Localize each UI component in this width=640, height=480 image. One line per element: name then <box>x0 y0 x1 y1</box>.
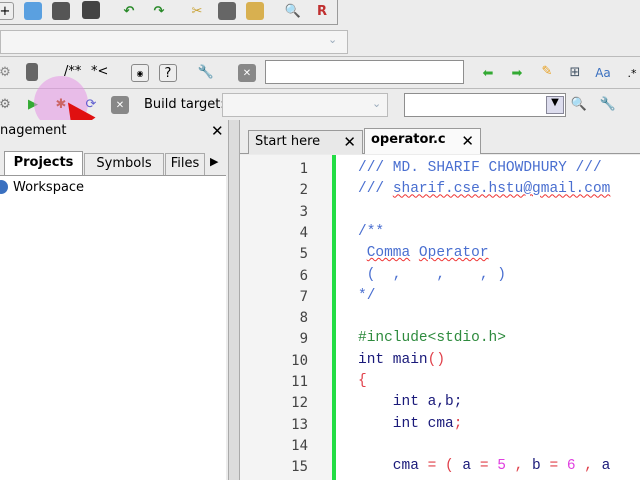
rebuild-icon[interactable]: ⟳ <box>82 95 100 113</box>
line-number: 1 <box>299 161 308 177</box>
doxygen-line-button[interactable]: *< <box>91 64 108 79</box>
line-number: 11 <box>291 374 308 390</box>
build-target-label: Build target: <box>144 97 225 112</box>
code-line: */ <box>358 287 376 304</box>
line-number: 2 <box>299 182 308 199</box>
tab-scroll-right-icon[interactable]: ▶ <box>210 155 218 168</box>
bookmark-icon[interactable] <box>26 63 38 81</box>
match-case-icon[interactable]: Aa <box>594 64 612 82</box>
tab-label: operator.c <box>371 132 446 147</box>
project-tree <box>0 175 226 480</box>
line-numbers: 1 2 3 4 5 6 7 8 9 10 11 12 13 14 15 <box>240 0 308 480</box>
save-icon[interactable] <box>52 2 70 20</box>
line-number: 4 <box>299 224 308 241</box>
tab-files[interactable]: Files <box>165 153 205 175</box>
new-file-icon[interactable]: + <box>0 2 14 20</box>
change-bar <box>332 155 336 480</box>
divider <box>0 88 640 89</box>
gear-icon[interactable]: ⚙ <box>0 63 14 81</box>
line-number: 10 <box>291 352 308 369</box>
line-number: 5 <box>299 246 308 263</box>
selection-icon[interactable]: ⊞ <box>566 63 584 81</box>
line-number: 9 <box>299 331 308 348</box>
tab-label: Symbols <box>96 156 152 171</box>
close-icon[interactable]: ✕ <box>343 133 356 151</box>
code-line: cma = ( a = 5 , b = 6 , a <box>358 458 611 475</box>
tree-item-workspace[interactable]: Workspace <box>13 180 84 195</box>
highlight-icon[interactable]: ✎ <box>538 62 556 80</box>
code-line: ( , , , ) <box>358 266 506 283</box>
regex-icon[interactable]: .* <box>623 64 640 82</box>
line-number: 15 <box>291 459 308 476</box>
undo-icon[interactable]: ↶ <box>120 2 138 20</box>
line-number: 13 <box>291 416 308 433</box>
code-line: #include<stdio.h> <box>358 330 506 347</box>
line-number: 8 <box>299 310 308 327</box>
docs-icon[interactable]: ◉ <box>131 64 149 82</box>
help-icon[interactable]: ? <box>159 64 177 82</box>
code-line: /// sharif.cse.hstu@gmail.com <box>358 181 611 198</box>
replace-icon[interactable]: R <box>313 2 331 20</box>
code-line: /// MD. SHARIF CHOWDHURY /// <box>358 160 602 176</box>
line-number: 14 <box>291 437 308 454</box>
chevron-down-icon[interactable]: ⌄ <box>372 97 381 110</box>
cut-icon[interactable]: ✂ <box>188 2 206 20</box>
code-line: int a,b; <box>358 394 463 411</box>
wrench-icon[interactable]: 🔧 <box>599 95 617 113</box>
management-title: nagement <box>0 123 67 138</box>
tab-label: Projects <box>13 155 74 170</box>
line-number: 12 <box>291 395 308 412</box>
copy-icon[interactable] <box>218 2 236 20</box>
code-line: /** <box>358 223 385 240</box>
line-number: 6 <box>299 267 308 284</box>
tab-symbols[interactable]: Symbols <box>84 153 164 175</box>
divider <box>0 56 640 57</box>
open-icon[interactable] <box>24 2 42 20</box>
symbol-search-input[interactable] <box>404 93 566 117</box>
wrench-icon[interactable]: 🔧 <box>197 63 215 81</box>
tab-operator-c[interactable]: operator.c ✕ <box>364 128 481 154</box>
back-arrow-icon[interactable]: ⬅ <box>479 64 497 82</box>
forward-arrow-icon[interactable]: ➡ <box>508 64 526 82</box>
tab-label: Files <box>170 156 200 171</box>
redo-icon[interactable]: ↷ <box>150 2 168 20</box>
chevron-down-icon[interactable]: ⌄ <box>328 33 337 46</box>
build-icon[interactable]: ⚙ <box>0 95 14 113</box>
chevron-down-icon[interactable]: ▼ <box>546 96 564 114</box>
code-line: Comma Operator <box>366 245 489 262</box>
line-number: 7 <box>299 288 308 305</box>
line-number: 3 <box>299 203 308 220</box>
save-all-icon[interactable] <box>82 1 100 19</box>
code-line: int main() <box>358 351 446 368</box>
abort-icon[interactable]: ✕ <box>111 96 129 114</box>
tab-projects[interactable]: Projects <box>4 151 83 175</box>
close-icon[interactable]: ✕ <box>211 122 224 140</box>
search-icon[interactable]: 🔍 <box>570 95 588 113</box>
code-line: int cma; <box>358 415 463 432</box>
code-line: { <box>358 373 367 389</box>
close-icon[interactable]: ✕ <box>461 132 474 150</box>
